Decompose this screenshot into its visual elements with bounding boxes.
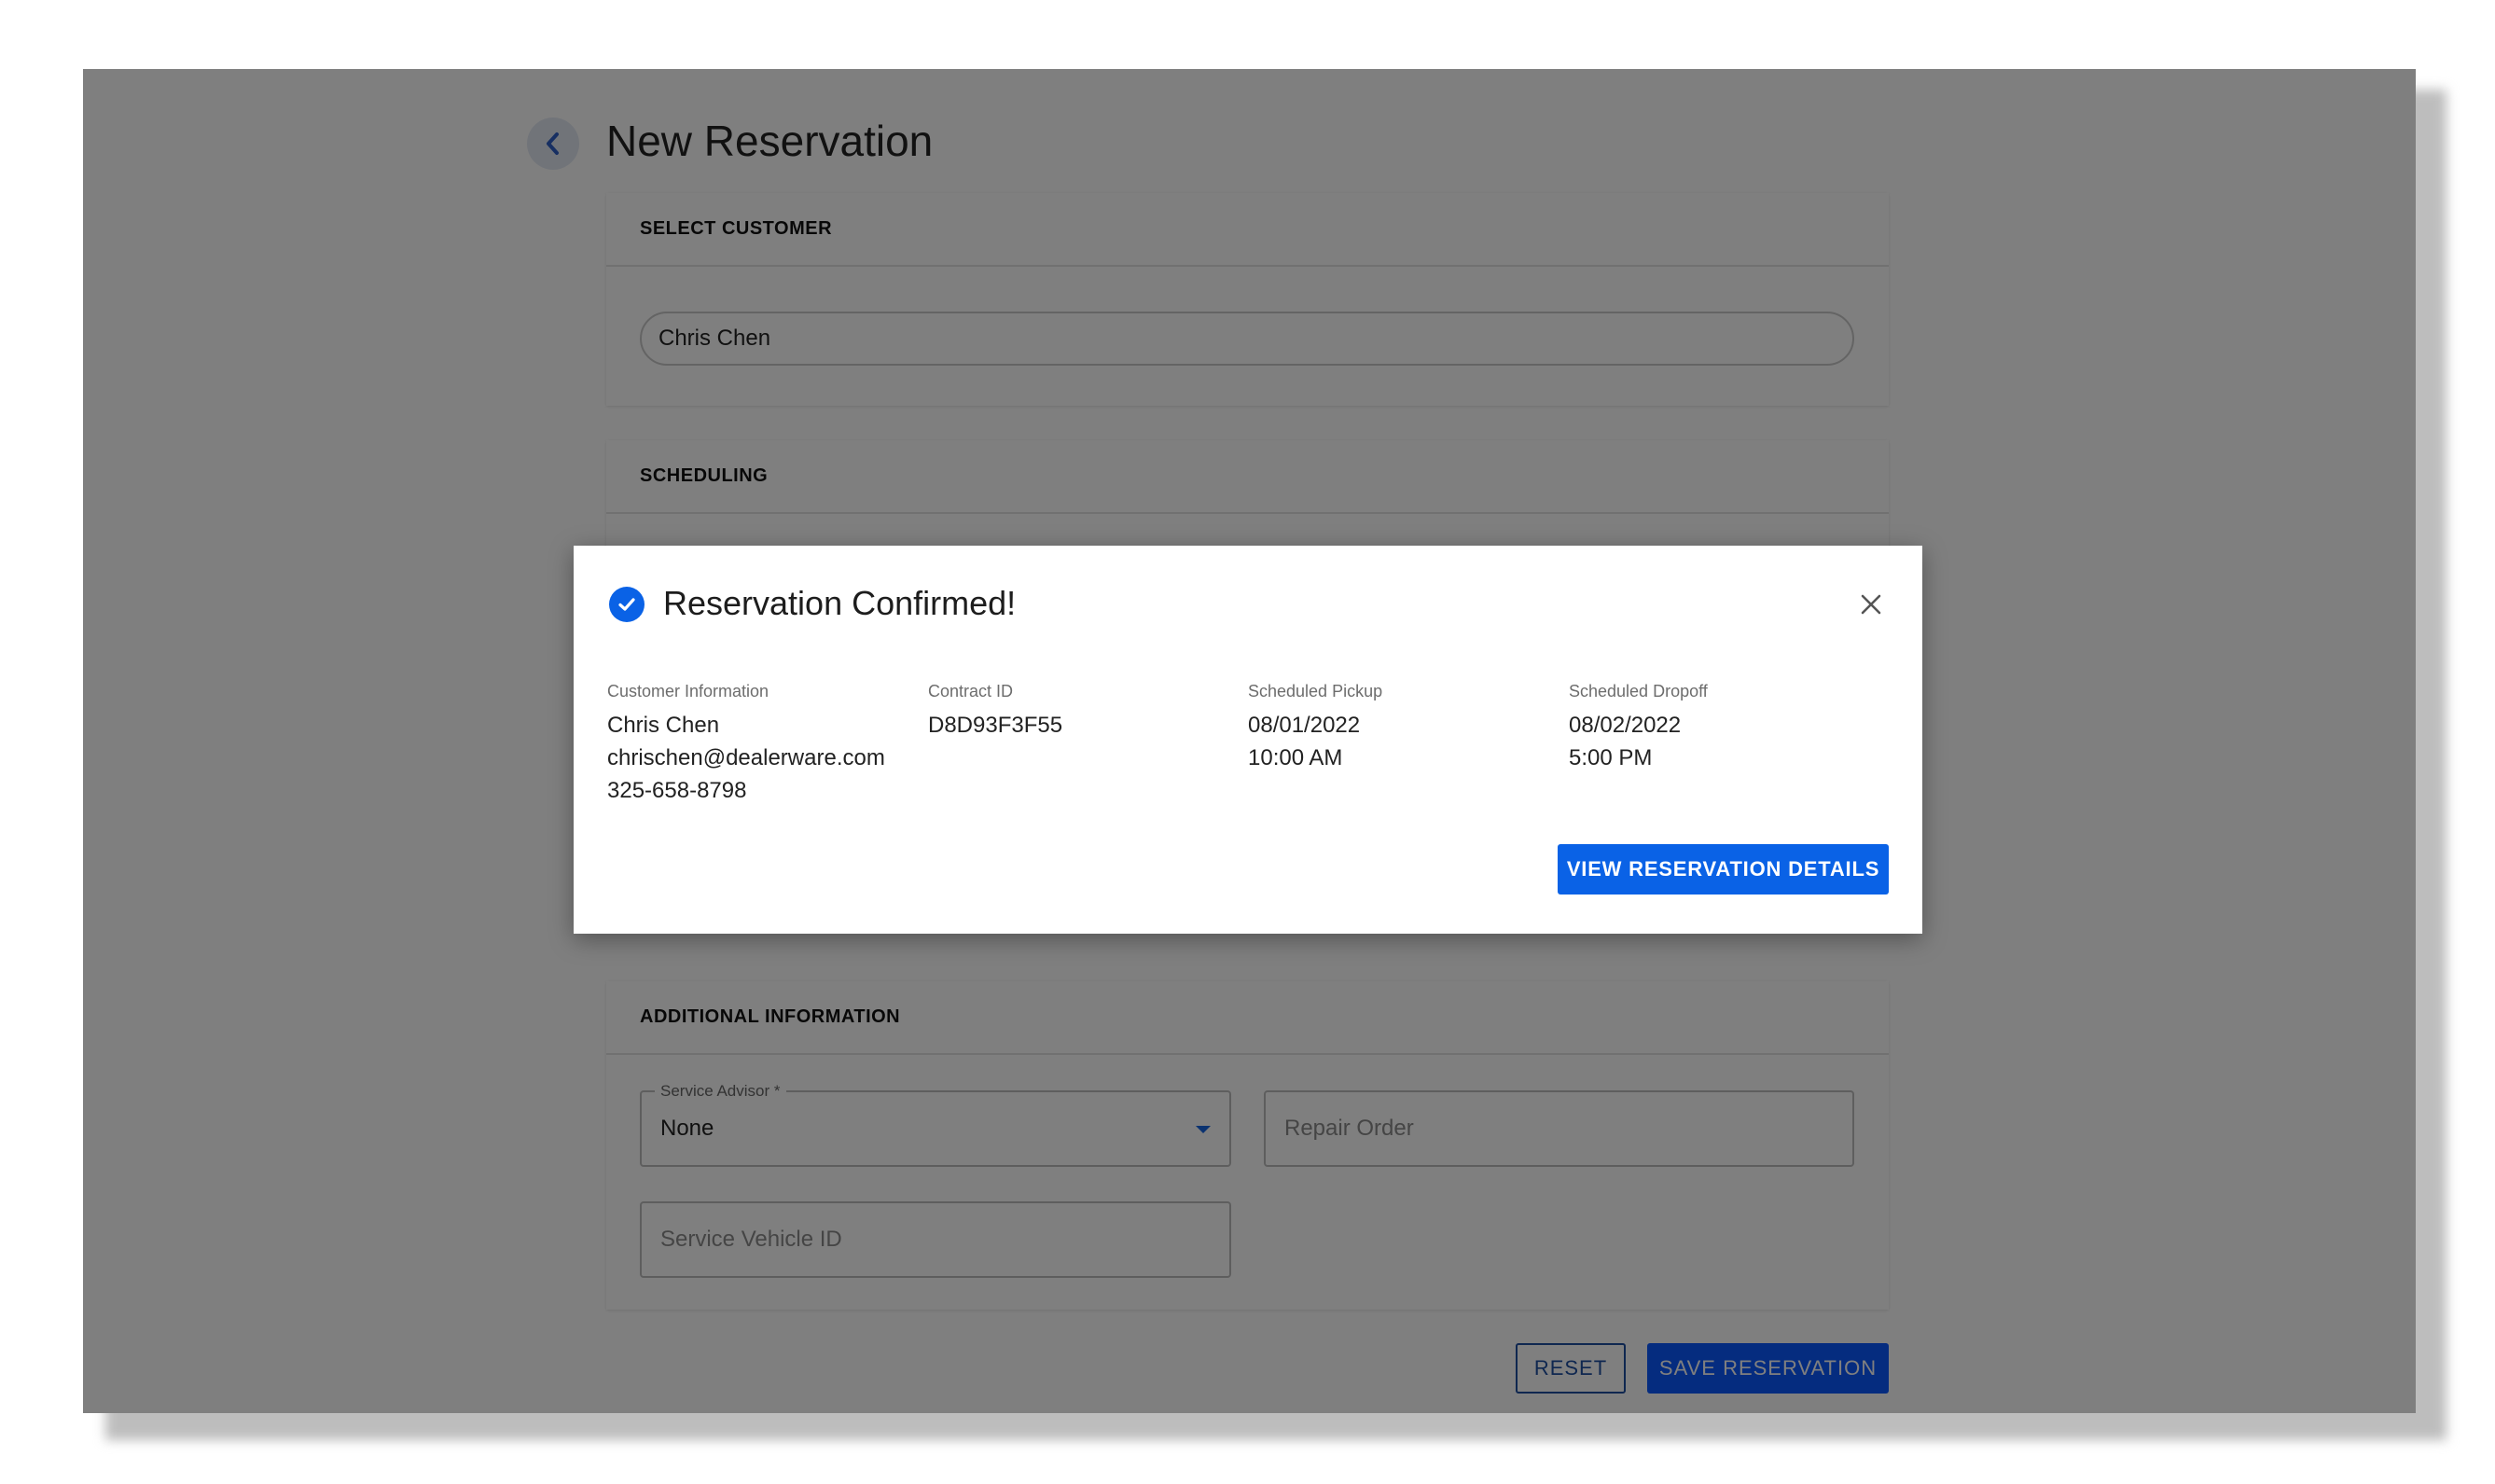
dropoff-time: 5:00 PM xyxy=(1569,745,1653,770)
pickup-time: 10:00 AM xyxy=(1248,745,1343,770)
customer-phone: 325-658-8798 xyxy=(607,778,747,803)
dropoff-date: 08/02/2022 xyxy=(1569,713,1682,738)
contract-id-value: D8D93F3F55 xyxy=(928,713,1063,738)
scheduled-dropoff-column: Scheduled Dropoff 08/02/2022 5:00 PM xyxy=(1569,682,1877,774)
customer-information-column: Customer Information Chris Chen chrische… xyxy=(607,682,915,807)
scheduled-pickup-column: Scheduled Pickup 08/01/2022 10:00 AM xyxy=(1248,682,1556,774)
contract-id-column: Contract ID D8D93F3F55 xyxy=(928,682,1236,742)
close-button[interactable] xyxy=(1855,589,1887,620)
pickup-date: 08/01/2022 xyxy=(1248,713,1361,738)
app-window: New Reservation SELECT CUSTOMER Chris Ch… xyxy=(83,69,2416,1413)
customer-email: chrischen@dealerware.com xyxy=(607,745,885,770)
scheduled-dropoff-label: Scheduled Dropoff xyxy=(1569,682,1708,700)
scheduled-pickup-label: Scheduled Pickup xyxy=(1248,682,1383,700)
view-reservation-details-button[interactable]: VIEW RESERVATION DETAILS xyxy=(1558,844,1889,895)
close-icon xyxy=(1861,594,1881,615)
contract-id-label: Contract ID xyxy=(928,682,1014,700)
reservation-confirmed-dialog: Reservation Confirmed! Customer Informat… xyxy=(574,546,1922,934)
customer-information-label: Customer Information xyxy=(607,682,769,700)
check-icon xyxy=(618,598,635,611)
customer-name: Chris Chen xyxy=(607,713,720,738)
dialog-title: Reservation Confirmed! xyxy=(663,584,1017,622)
check-circle-icon xyxy=(609,587,645,622)
